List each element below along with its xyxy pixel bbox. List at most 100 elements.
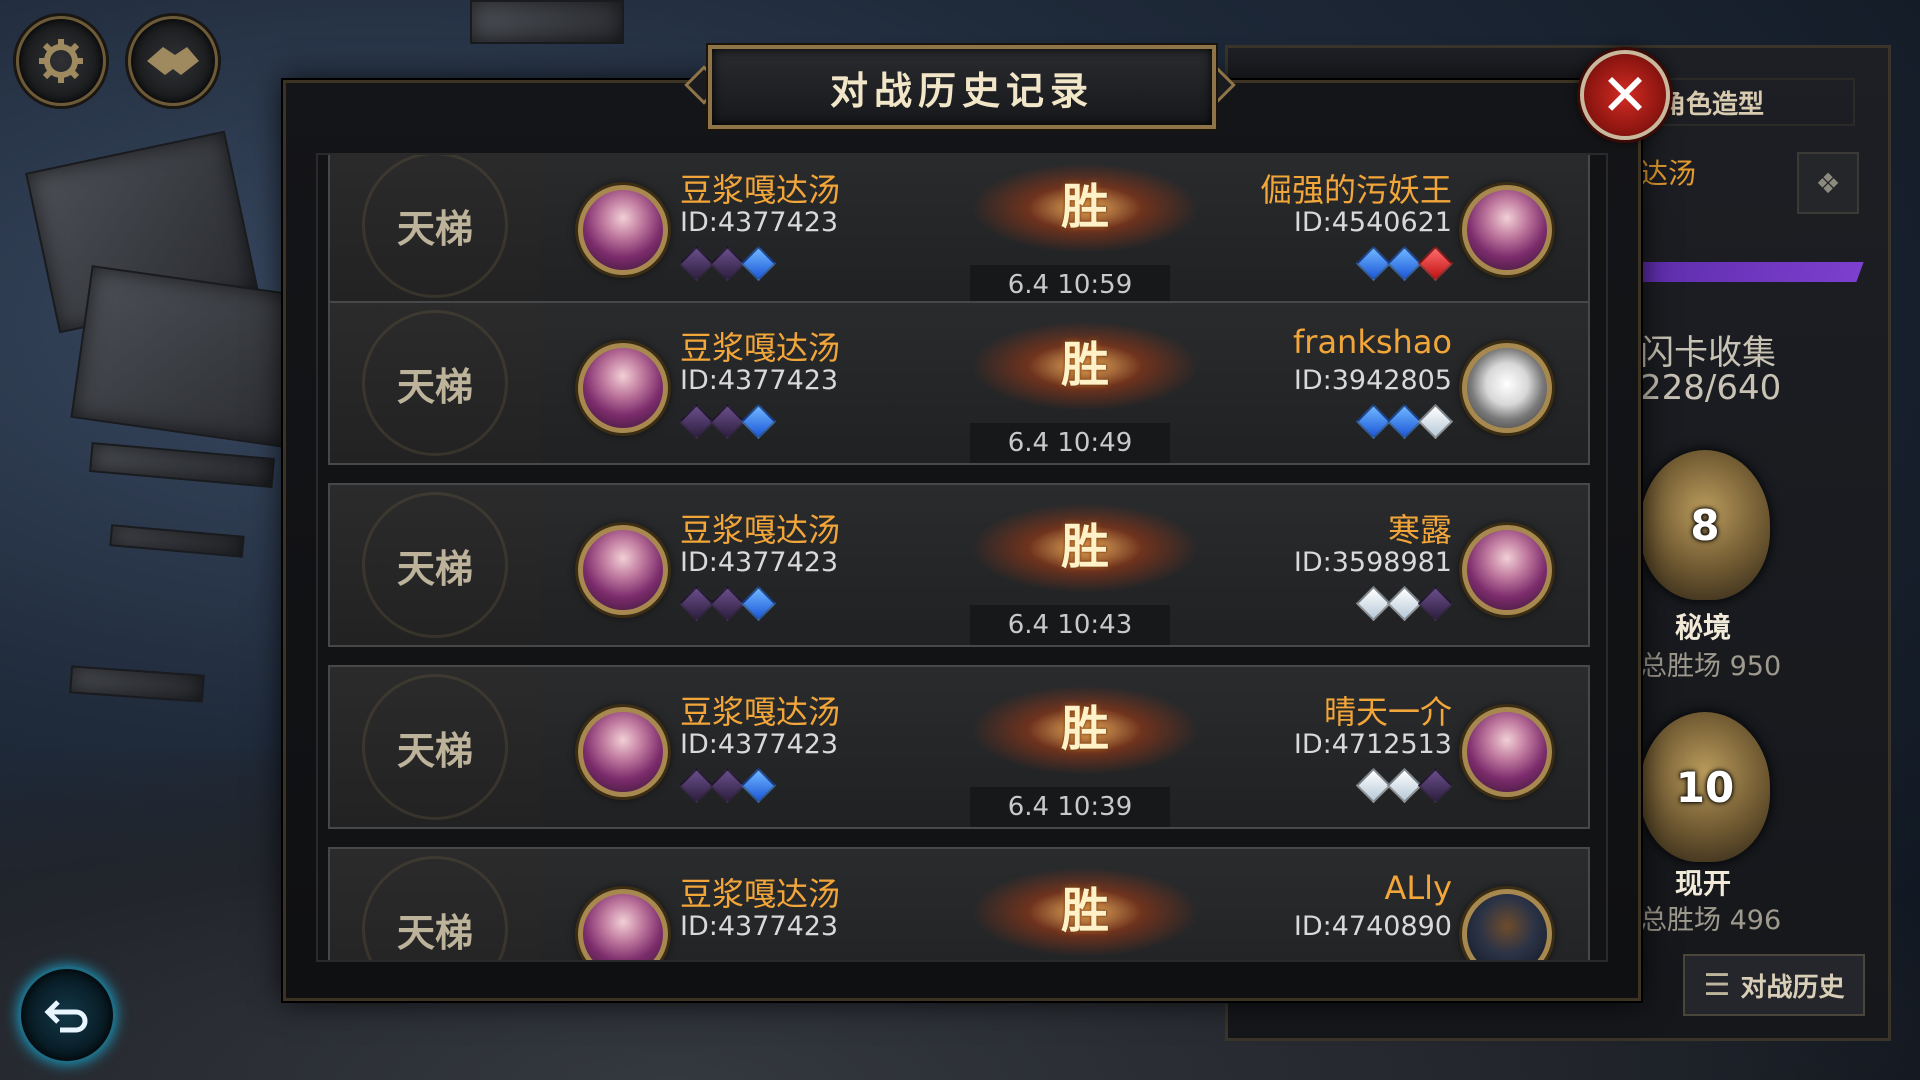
player1-name: 豆浆嘎达汤 [680, 693, 841, 731]
profile-player-name: 达汤 [1640, 157, 1697, 190]
modal-title-plate: 对战历史记录 [708, 45, 1216, 129]
match-result: 胜 [1060, 701, 1109, 757]
match-list[interactable]: 天梯 豆浆嘎达汤 ID:4377423 胜 6.4 10:59 倔强的污妖王 I… [316, 153, 1608, 962]
player1-avatar[interactable] [578, 889, 668, 960]
player2-id: ID:4540621 [1293, 207, 1452, 238]
tab-character-skin-label: 角色造型 [1660, 89, 1765, 120]
player2-avatar[interactable] [1462, 185, 1552, 275]
match-time: 6.4 10:39 [970, 787, 1170, 827]
profile-level-bar [1616, 262, 1864, 282]
player1-avatar[interactable] [578, 343, 668, 433]
match-row[interactable]: 天梯 豆浆嘎达汤 ID:4377423 胜 6.4 10:39 晴天一介 ID:… [328, 665, 1590, 829]
player1-avatar[interactable] [578, 525, 668, 615]
match-row[interactable]: 天梯 豆浆嘎达汤 ID:4377423 胜 ALly ID:4740890 [328, 847, 1590, 960]
match-type-label: 天梯 [396, 205, 473, 251]
match-type-cell: 天梯 [330, 155, 540, 305]
card-collection-value: 228/640 [1640, 368, 1782, 408]
player2-avatar[interactable] [1462, 707, 1552, 797]
player1-id: ID:4377423 [680, 547, 839, 578]
player2-avatar[interactable] [1462, 525, 1552, 615]
player2-rank-gems [1355, 767, 1454, 804]
battle-history-button[interactable]: ☰ 对战历史 [1683, 954, 1865, 1016]
mode-wins-sealed: 总胜场 496 [1640, 898, 1781, 937]
match-type-cell: 天梯 [330, 667, 540, 827]
battle-history-button-label: 对战历史 [1740, 972, 1845, 1003]
rank-gem-purple [1417, 767, 1454, 804]
match-type-cell: 天梯 [330, 485, 540, 645]
player1-name: 豆浆嘎达汤 [680, 329, 841, 367]
bg-rock-6 [470, 0, 624, 44]
match-result: 胜 [1060, 179, 1109, 235]
mode-wins-label: 总胜场 [1640, 651, 1721, 682]
rank-gem-blue [740, 585, 777, 622]
player2-id: ID:3598981 [1293, 547, 1452, 578]
match-result: 胜 [1060, 883, 1109, 939]
gear-icon [39, 39, 83, 83]
mode-wins-label: 总胜场 [1640, 905, 1721, 936]
match-type-label: 天梯 [396, 545, 473, 591]
player2-name: ALly [1384, 869, 1452, 907]
player2-name: frankshao [1293, 323, 1452, 361]
match-type-label: 天梯 [396, 727, 473, 773]
settings-button[interactable] [16, 16, 106, 106]
rank-gem-red [1417, 245, 1454, 282]
player1-avatar[interactable] [578, 707, 668, 797]
back-button[interactable] [18, 966, 116, 1064]
bg-rock-4 [109, 524, 245, 558]
player2-rank-gems [1355, 403, 1454, 440]
player2-name: 倔强的污妖王 [1259, 171, 1452, 209]
rank-gem-white [1417, 403, 1454, 440]
bg-rock-3 [89, 442, 275, 488]
mode-badge-secret-realm[interactable]: 8 [1640, 450, 1770, 600]
page-title: 对战历史记录 [829, 67, 1094, 113]
match-type-cell: 天梯 [330, 849, 540, 960]
emblem-button[interactable]: ❖ [1797, 152, 1859, 214]
mode-wins-value: 950 [1729, 651, 1782, 682]
player2-name: 晴天一介 [1323, 693, 1452, 731]
rank-gem-blue [740, 767, 777, 804]
match-type-label: 天梯 [396, 363, 473, 409]
player1-rank-gems [678, 767, 777, 804]
match-type-cell: 天梯 [330, 303, 540, 463]
player1-rank-gems [678, 585, 777, 622]
player1-name: 豆浆嘎达汤 [680, 171, 841, 209]
card-collection-label: 闪卡收集 [1640, 333, 1776, 373]
player2-avatar[interactable] [1462, 343, 1552, 433]
player1-id: ID:4377423 [680, 911, 839, 942]
player1-name: 豆浆嘎达汤 [680, 511, 841, 549]
player1-name: 豆浆嘎达汤 [680, 875, 841, 913]
bg-rock-5 [69, 665, 205, 703]
rank-gem-blue [740, 403, 777, 440]
match-row[interactable]: 天梯 豆浆嘎达汤 ID:4377423 胜 6.4 10:43 寒露 ID:35… [328, 483, 1590, 647]
match-time: 6.4 10:43 [970, 605, 1170, 645]
list-icon: ☰ [1703, 967, 1731, 1003]
match-row[interactable]: 天梯 豆浆嘎达汤 ID:4377423 胜 6.4 10:49 franksha… [328, 301, 1590, 465]
player2-rank-gems [1355, 585, 1454, 622]
back-arrow-icon [44, 1000, 88, 1033]
bg-rock-2 [70, 265, 314, 449]
player1-rank-gems [678, 245, 777, 282]
player2-id: ID:3942805 [1293, 365, 1452, 396]
rank-gem-blue [740, 245, 777, 282]
player1-avatar[interactable] [578, 185, 668, 275]
mode-badge-sealed[interactable]: 10 [1640, 712, 1770, 862]
player2-avatar[interactable] [1462, 889, 1552, 960]
match-time: 6.4 10:49 [970, 423, 1170, 463]
emblem-icon: ❖ [1815, 166, 1841, 200]
mode-title-sealed: 现开 [1675, 867, 1732, 900]
match-result: 胜 [1060, 337, 1109, 393]
player1-rank-gems [678, 403, 777, 440]
match-time: 6.4 10:59 [970, 265, 1170, 305]
tab-character-skin[interactable]: 角色造型 [1650, 78, 1855, 126]
mode-badge-number: 8 [1690, 500, 1720, 550]
social-button[interactable] [128, 16, 218, 106]
player1-id: ID:4377423 [680, 729, 839, 760]
player2-name: 寒露 [1387, 511, 1452, 549]
match-row[interactable]: 天梯 豆浆嘎达汤 ID:4377423 胜 6.4 10:59 倔强的污妖王 I… [328, 155, 1590, 307]
mode-badge-number: 10 [1675, 762, 1735, 812]
close-icon: ✕ [1600, 61, 1650, 129]
mode-wins-value: 496 [1729, 905, 1782, 936]
match-result: 胜 [1060, 519, 1109, 575]
close-button[interactable]: ✕ [1580, 50, 1670, 140]
player2-id: ID:4712513 [1293, 729, 1452, 760]
